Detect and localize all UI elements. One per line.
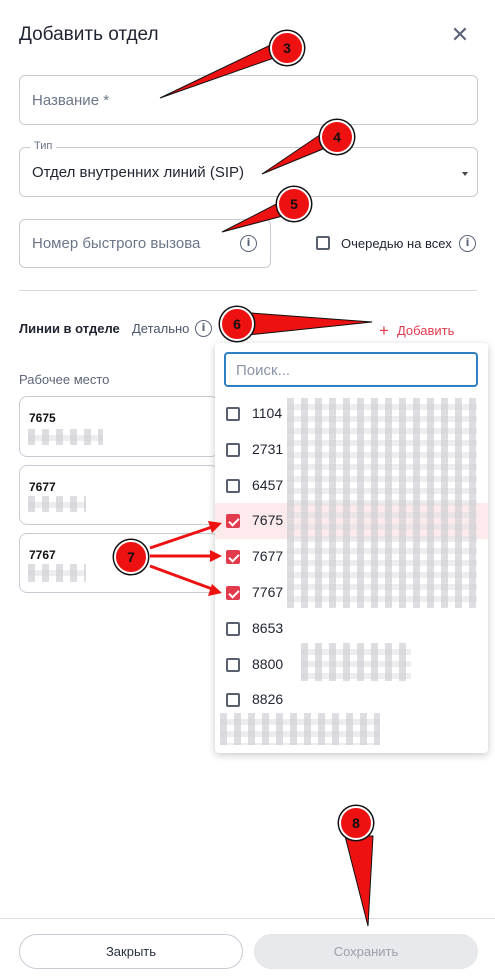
option-label: 6457 [252, 476, 284, 493]
option-checkbox[interactable] [226, 693, 240, 708]
option-checkbox[interactable] [226, 514, 240, 529]
close-icon[interactable]: ✕ [450, 24, 470, 46]
redacted-block [287, 398, 477, 608]
queue-info-icon[interactable]: i [459, 235, 476, 252]
option-label: 8826 [252, 691, 284, 708]
redacted-block [28, 564, 86, 582]
name-field[interactable]: Название * [19, 75, 478, 125]
annotation-badge: 7 [114, 540, 148, 574]
option-checkbox[interactable] [226, 657, 240, 672]
workplace-label: Рабочее место [19, 372, 110, 387]
search-input[interactable]: Поиск... [224, 352, 478, 387]
dropdown-option[interactable]: 8653 [215, 611, 488, 647]
line-card[interactable]: 7675 [19, 396, 219, 457]
redacted-block [28, 496, 86, 512]
option-checkbox[interactable] [226, 407, 240, 421]
details-info-icon[interactable]: i [195, 320, 212, 337]
annotation-badge: 6 [220, 307, 254, 341]
redacted-block [220, 713, 380, 745]
option-label: 2731 [252, 440, 284, 457]
divider [19, 290, 477, 291]
chevron-down-icon [462, 172, 468, 176]
line-card[interactable]: 7677 [19, 465, 219, 525]
annotation-badge: 5 [277, 187, 311, 221]
speed-dial-field[interactable]: Номер быстрого вызова i [19, 219, 271, 268]
close-button[interactable]: Закрыть [19, 934, 243, 969]
option-checkbox[interactable] [226, 621, 240, 636]
option-checkbox[interactable] [226, 442, 240, 457]
option-label: 7767 [252, 584, 284, 600]
queue-label: Очередью на всех [341, 236, 452, 251]
option-checkbox[interactable] [226, 478, 240, 493]
save-button[interactable]: Сохранить [254, 934, 478, 969]
line-card-number: 7677 [29, 480, 56, 494]
option-label: 7675 [252, 512, 284, 529]
details-link[interactable]: Детально [132, 321, 189, 336]
lines-label: Линии в отделе [19, 321, 120, 336]
option-label: 8800 [252, 655, 284, 672]
option-label: 8653 [252, 619, 284, 636]
annotation-arrow-6 [237, 311, 373, 337]
redacted-block [28, 429, 103, 445]
dialog-title: Добавить отдел [19, 24, 159, 45]
add-line-button[interactable]: + Добавить [379, 320, 454, 340]
annotation-badge: 8 [339, 806, 373, 840]
line-card-number: 7767 [29, 548, 56, 562]
lines-dropdown: Поиск... 1104 2731 6457 7675 7677 7767 8653 880… [215, 343, 488, 753]
info-icon[interactable]: i [240, 235, 257, 252]
option-label: 7677 [252, 548, 284, 565]
type-value: Отдел внутренних линий (SIP) [32, 164, 244, 181]
option-checkbox[interactable] [226, 586, 240, 600]
annotation-arrow-8 [344, 835, 374, 927]
option-label: 1104 [252, 405, 283, 421]
redacted-block [301, 643, 411, 681]
queue-checkbox[interactable] [316, 236, 330, 250]
name-placeholder: Название * [32, 92, 110, 109]
type-legend: Тип [30, 140, 57, 152]
option-checkbox[interactable] [226, 550, 240, 565]
add-line-label: Добавить [396, 323, 455, 338]
annotation-badge: 4 [320, 120, 354, 154]
type-select[interactable]: Тип Отдел внутренних линий (SIP) [19, 140, 478, 197]
speed-dial-placeholder: Номер быстрого вызова [32, 235, 201, 252]
footer-divider [0, 918, 495, 919]
annotation-badge: 3 [270, 31, 304, 65]
search-placeholder: Поиск... [236, 362, 291, 379]
line-card-number: 7675 [29, 411, 56, 425]
plus-icon: + [379, 321, 389, 340]
